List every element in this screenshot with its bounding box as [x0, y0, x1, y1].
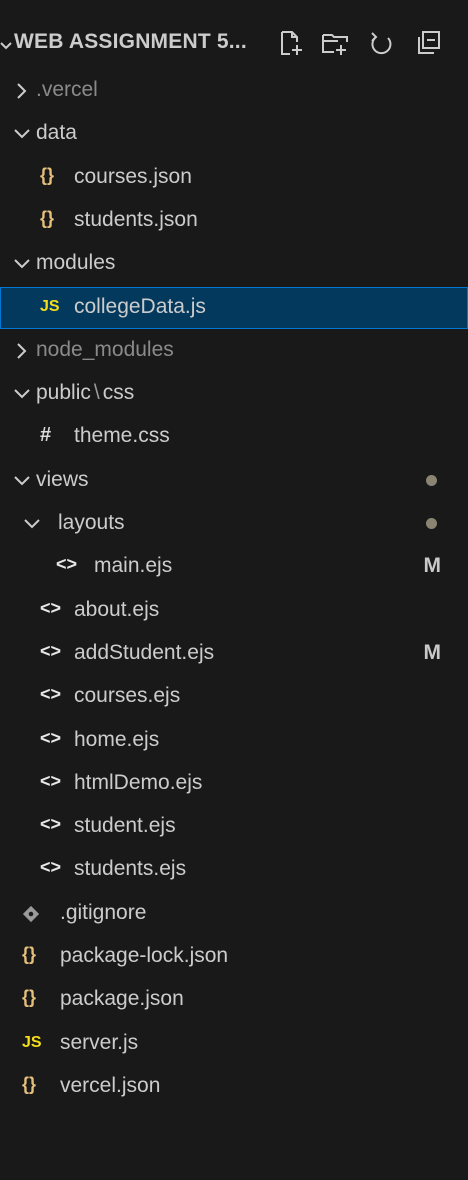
- tree-file-row[interactable]: <> htmlDemo.ejs: [0, 763, 468, 805]
- tree-item-label: modules: [36, 251, 116, 275]
- ejs-file-icon: <>: [40, 857, 62, 878]
- tree-item-label: .gitignore: [60, 900, 147, 924]
- git-modified-badge: M: [423, 554, 442, 578]
- collapse-all-icon[interactable]: [414, 28, 444, 58]
- tree-item-label: student.ejs: [74, 814, 176, 838]
- tree-file-row[interactable]: <> main.ejs M: [0, 546, 468, 588]
- ejs-file-icon: <>: [40, 770, 62, 791]
- ejs-file-icon: <>: [56, 554, 78, 575]
- tree-file-row[interactable]: # theme.css: [0, 416, 468, 458]
- modified-dot-indicator: [426, 474, 437, 486]
- tree-item-label: data: [36, 121, 77, 145]
- chevron-down-icon[interactable]: [12, 124, 32, 144]
- tree-item-label: courses.json: [74, 164, 192, 188]
- json-file-icon: {}: [22, 1073, 37, 1094]
- js-file-icon: JS: [40, 297, 60, 315]
- tree-file-row[interactable]: <> courses.ejs: [0, 676, 468, 718]
- tree-folder-row[interactable]: data: [0, 113, 468, 155]
- tree-folder-row[interactable]: node_modules: [0, 330, 468, 372]
- refresh-icon[interactable]: [366, 28, 396, 58]
- tree-item-label: collegeData.js: [74, 294, 206, 318]
- modified-dot-indicator: [426, 518, 437, 529]
- tree-item-label: package-lock.json: [60, 944, 229, 967]
- json-file-icon: {}: [22, 944, 37, 964]
- tree-file-row[interactable]: .gitignore: [0, 893, 468, 935]
- tree-file-row[interactable]: <> addStudent.ejs M: [0, 633, 468, 675]
- tree-item-label: students.ejs: [74, 857, 187, 881]
- tree-item-label: main.ejs: [94, 554, 173, 578]
- tree-folder-row[interactable]: layouts: [0, 503, 468, 545]
- tree-file-row[interactable]: JS collegeData.js: [0, 286, 468, 329]
- tree-item-label: about.ejs: [74, 597, 160, 621]
- chevron-down-icon[interactable]: [22, 514, 42, 534]
- tree-item-label: layouts: [58, 511, 125, 534]
- tree-item-label: vercel.json: [60, 1073, 161, 1097]
- tree-item-label: package.json: [60, 987, 184, 1011]
- tree-folder-row[interactable]: public \ css: [0, 373, 468, 415]
- tree-item-label: courses.ejs: [74, 684, 181, 708]
- tree-item-label: theme.css: [74, 424, 170, 448]
- tree-item-label: students.json: [74, 207, 198, 231]
- tree-file-row[interactable]: <> students.ejs: [0, 849, 468, 891]
- tree-file-row[interactable]: <> student.ejs: [0, 806, 468, 848]
- tree-file-row[interactable]: <> about.ejs: [0, 590, 468, 632]
- tree-file-row[interactable]: <> home.ejs: [0, 720, 468, 762]
- json-file-icon: {}: [40, 164, 55, 185]
- path-segment: public: [36, 381, 91, 405]
- ejs-file-icon: <>: [40, 640, 62, 661]
- explorer-actions: [0, 26, 468, 62]
- chevron-down-icon[interactable]: [12, 471, 32, 491]
- json-file-icon: {}: [40, 207, 55, 228]
- ejs-file-icon: <>: [40, 814, 62, 835]
- tree-file-row[interactable]: {} vercel.json: [0, 1066, 468, 1108]
- new-folder-icon[interactable]: [320, 28, 350, 58]
- new-file-icon[interactable]: [276, 28, 306, 58]
- path-separator: \: [93, 381, 100, 405]
- tree-folder-row[interactable]: views: [0, 460, 468, 502]
- js-file-icon: JS: [22, 1033, 42, 1051]
- tree-item-label: .vercel: [36, 78, 98, 101]
- tree-item-label: addStudent.ejs: [74, 640, 215, 664]
- tree-item-label: public \ css: [36, 381, 134, 405]
- chevron-down-icon[interactable]: [12, 254, 32, 274]
- tree-folder-row[interactable]: modules: [0, 243, 468, 285]
- tree-file-row[interactable]: {} package-lock.json: [0, 936, 468, 978]
- git-icon: [22, 905, 40, 922]
- tree-file-row[interactable]: {} students.json: [0, 200, 468, 242]
- chevron-right-icon[interactable]: [12, 81, 32, 101]
- ejs-file-icon: <>: [40, 597, 62, 618]
- css-file-icon: #: [40, 424, 52, 447]
- tree-item-label: htmlDemo.ejs: [74, 770, 203, 794]
- json-file-icon: {}: [22, 987, 37, 1008]
- tree-file-row[interactable]: {} package.json: [0, 979, 468, 1021]
- tree-item-label: views: [36, 467, 89, 491]
- git-modified-badge: M: [423, 640, 442, 664]
- tree-file-row[interactable]: JS server.js: [0, 1023, 468, 1065]
- path-segment: css: [102, 381, 135, 405]
- ejs-file-icon: <>: [40, 684, 62, 705]
- chevron-down-icon[interactable]: [12, 384, 32, 404]
- tree-item-label: server.js: [60, 1030, 139, 1054]
- chevron-right-icon[interactable]: [12, 341, 32, 361]
- tree-folder-row[interactable]: .vercel: [0, 70, 468, 112]
- ejs-file-icon: <>: [40, 727, 62, 748]
- tree-file-row[interactable]: {} courses.json: [0, 157, 468, 199]
- tree-item-label: node_modules: [36, 337, 174, 361]
- tree-item-label: home.ejs: [74, 727, 160, 751]
